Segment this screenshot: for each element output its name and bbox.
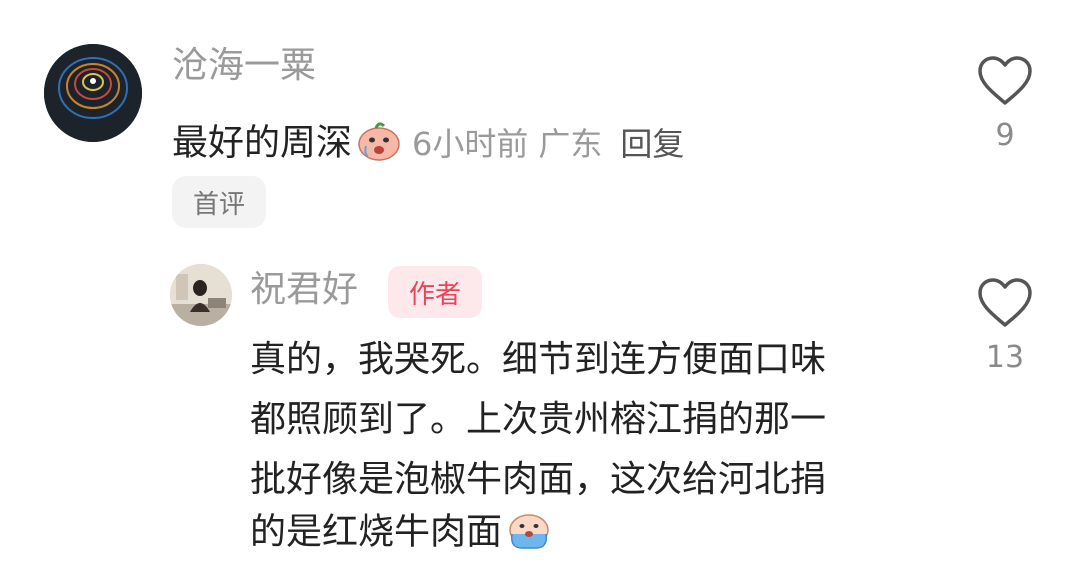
like-count: 9 — [995, 118, 1015, 153]
avatar-image — [44, 44, 142, 142]
reply-text-line: 批好像是泡椒牛肉面，这次给河北捐 — [250, 459, 827, 500]
comment-text: 最好的周深 — [172, 122, 353, 164]
comment-location: 广东 — [538, 124, 603, 163]
comment-time: 6小时前 — [412, 124, 529, 163]
reply-text-line: 的是红烧牛肉面 — [250, 511, 503, 553]
heart-icon — [978, 278, 1032, 327]
tears-face-icon — [506, 510, 552, 557]
like-button[interactable]: 13 — [970, 276, 1040, 375]
avatar-image — [170, 264, 232, 326]
reply-button[interactable]: 回复 — [620, 125, 684, 163]
author-badge: 作者 — [388, 266, 482, 318]
first-comment-badge: 首评 — [172, 176, 266, 228]
reply-text-last: 的是红烧牛肉面 — [250, 510, 552, 557]
comment-content: 最好的周深 6小时前 广东 回复 — [172, 120, 684, 169]
avatar[interactable] — [44, 44, 142, 142]
reply-username[interactable]: 祝君好 — [250, 272, 358, 308]
like-button[interactable]: 9 — [970, 54, 1040, 153]
reply-text-line: 真的，我哭死。细节到连方便面口味 — [250, 339, 827, 380]
like-count: 13 — [985, 340, 1025, 375]
avatar[interactable] — [170, 264, 232, 326]
heart-icon — [978, 56, 1032, 105]
comment-username[interactable]: 沧海一粟 — [172, 48, 316, 84]
reply-text-line: 都照顾到了。上次贵州榕江捐的那一 — [250, 399, 827, 440]
cry-face-icon — [356, 120, 402, 169]
